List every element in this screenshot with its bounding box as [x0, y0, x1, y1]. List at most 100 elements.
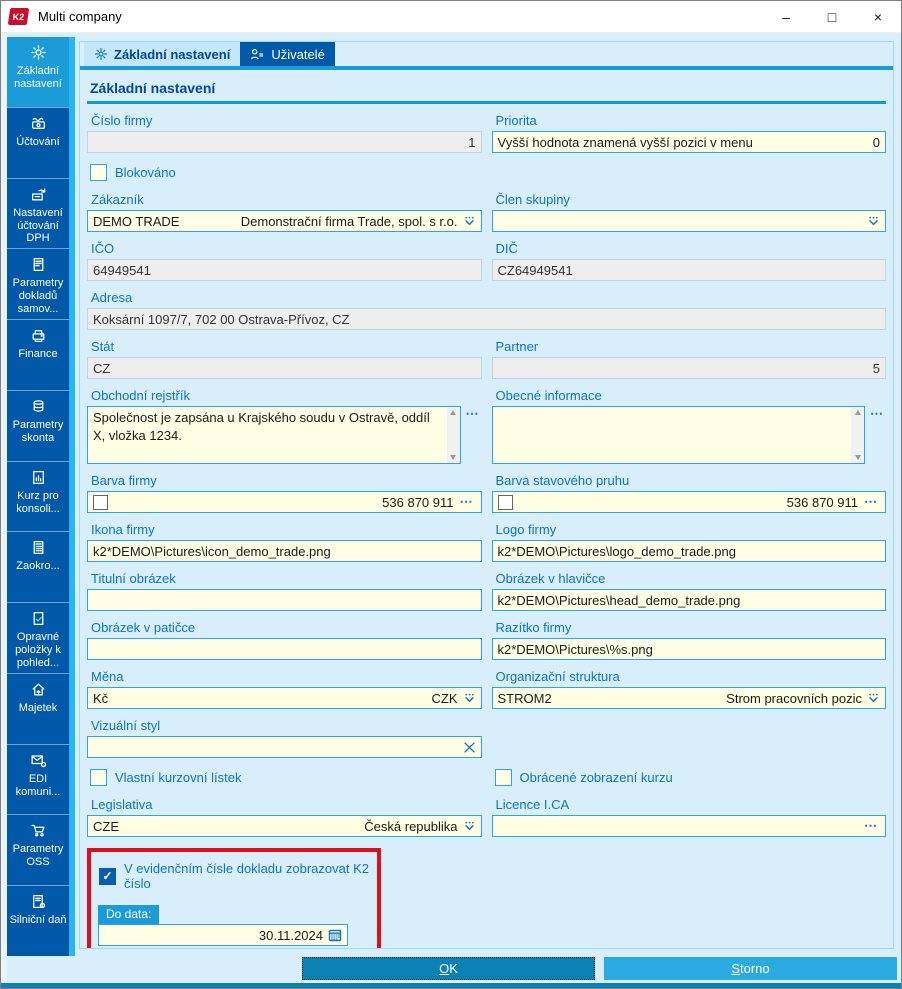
sidebar-item-finance[interactable]: Finance: [7, 319, 69, 390]
sidebar-item-edi-komunikace[interactable]: EDI komuni...: [7, 743, 69, 815]
field-label: Stát: [91, 339, 115, 354]
field-label: Obecné informace: [495, 388, 602, 403]
sidebar-item-silnicni-dan[interactable]: Silniční daň: [7, 885, 69, 956]
priorita-input[interactable]: Vyšší hodnota znamená vyšší pozici v men…: [491, 131, 886, 153]
sidebar-item-uctovani[interactable]: Účtování: [7, 106, 69, 178]
titulni-obrazek-input[interactable]: [87, 589, 482, 611]
dropdown-icon[interactable]: [867, 215, 880, 228]
calendar-icon[interactable]: [328, 928, 342, 942]
field-value: [493, 407, 852, 463]
razitko-firmy-input[interactable]: k2*DEMO\Pictures\%s.png: [491, 638, 886, 660]
window-title: Multi company: [38, 9, 122, 24]
field-titulni-obrazek: Titulní obrázek: [87, 571, 482, 611]
house-arrow-icon: [32, 683, 44, 696]
scroll-up-icon[interactable]: [854, 410, 861, 415]
style-picker-icon[interactable]: [463, 741, 476, 754]
vlastni-kurzovni-listek-checkbox[interactable]: [90, 769, 107, 786]
field-cislo-firmy: Číslo firmy 1: [87, 113, 482, 153]
legislativa-input[interactable]: CZE Česká republika: [87, 815, 482, 837]
sidebar-item-zakladni-nastaveni[interactable]: Základní nastavení: [7, 37, 69, 107]
sidebar-item-kurz-pro-konsolidaci[interactable]: Kurz pro konsoli...: [7, 460, 69, 532]
storno-button[interactable]: Storno: [604, 957, 897, 980]
field-value: 536 870 911: [786, 494, 858, 510]
ellipsis-button[interactable]: ⋯: [464, 406, 482, 422]
field-label: Zákazník: [91, 192, 144, 207]
obecne-informace-textarea[interactable]: [491, 406, 865, 464]
tab-label: Uživatelé: [271, 46, 325, 62]
adresa-input: Koksární 1097/7, 702 00 Ostrava-Přívoz, …: [87, 308, 886, 330]
sidebar-item-parametry-dokladu[interactable]: Parametry dokladů samov...: [7, 248, 69, 319]
dropdown-icon[interactable]: [867, 692, 880, 705]
field-code: CZE: [93, 818, 119, 834]
checkbox-label: Blokováno: [115, 165, 176, 180]
ellipsis-button[interactable]: ⋯: [868, 406, 886, 422]
scroll-down-icon[interactable]: [854, 455, 861, 460]
field-label: Vizuální styl: [91, 718, 161, 733]
mena-input[interactable]: Kč CZK: [87, 687, 482, 709]
dropdown-icon[interactable]: [463, 215, 476, 228]
ikona-firmy-input[interactable]: k2*DEMO\Pictures\icon_demo_trade.png: [87, 540, 482, 562]
blokovano-checkbox[interactable]: [90, 164, 107, 181]
scrollbar[interactable]: [446, 407, 460, 463]
licence-ica-input[interactable]: ⋯: [491, 815, 886, 837]
vizualni-styl-input[interactable]: [87, 736, 482, 758]
minimize-icon[interactable]: –: [763, 1, 809, 33]
sidebar-item-parametry-skonta[interactable]: Parametry skonta: [7, 389, 69, 461]
sidebar: Základní nastavení Účtování Nastavení úč…: [7, 37, 69, 956]
obchodni-rejstrik-textarea[interactable]: Společnost je zapsána u Krajského soudu …: [87, 406, 461, 464]
barva-stavoveho-pruhu-input[interactable]: 536 870 911 ⋯: [491, 491, 886, 513]
k2-cislo-checkbox[interactable]: ✓: [99, 867, 116, 885]
mail-gear-icon: [30, 755, 46, 767]
color-swatch[interactable]: [497, 494, 513, 510]
annotation-highlight-box: ✓ V evidenčním čísle dokladu zobrazovat …: [87, 848, 381, 948]
sidebar-item-label: Kurz pro konsoli...: [16, 489, 60, 515]
logo-firmy-input[interactable]: k2*DEMO\Pictures\logo_demo_trade.png: [491, 540, 886, 562]
obrazek-v-hlavicce-input[interactable]: k2*DEMO\Pictures\head_demo_trade.png: [491, 589, 886, 611]
field-value: 30.11.2024: [258, 927, 323, 943]
field-razitko-firmy: Razítko firmy k2*DEMO\Pictures\%s.png: [491, 620, 886, 660]
field-value: 5: [872, 360, 880, 376]
do-data-input[interactable]: 30.11.2024: [98, 924, 348, 946]
ellipsis-button[interactable]: ⋯: [862, 494, 880, 510]
field-ikona-firmy: Ikona firmy k2*DEMO\Pictures\icon_demo_t…: [87, 522, 482, 562]
barva-firmy-input[interactable]: 536 870 911 ⋯: [87, 491, 482, 513]
sidebar-item-zaokrouhleni[interactable]: Zaokro...: [7, 531, 69, 602]
sidebar-item-opravne-polozky[interactable]: Opravné položky k pohled...: [7, 602, 69, 673]
scrollbar[interactable]: [851, 407, 864, 463]
field-value: Koksární 1097/7, 702 00 Ostrava-Přívoz, …: [93, 311, 350, 327]
sidebar-item-parametry-oss[interactable]: Parametry OSS: [7, 814, 69, 885]
dropdown-icon[interactable]: [463, 692, 476, 705]
zakaznik-input[interactable]: DEMO TRADE Demonstrační firma Trade, spol…: [87, 210, 482, 232]
ok-button[interactable]: OK: [302, 957, 595, 980]
checkbox-label: Obrácené zobrazení kurzu: [519, 770, 673, 785]
ellipsis-button[interactable]: ⋯: [458, 494, 476, 510]
tab-uzivatele[interactable]: Uživatelé: [240, 42, 335, 66]
close-icon[interactable]: ×: [855, 1, 901, 33]
dropdown-icon[interactable]: [463, 820, 476, 833]
maximize-icon[interactable]: □: [809, 1, 855, 33]
section-title: Základní nastavení: [90, 80, 216, 96]
field-stat: Stát CZ: [87, 339, 482, 379]
obrazek-v-paticce-input[interactable]: [87, 638, 482, 660]
ellipsis-button[interactable]: ⋯: [862, 818, 880, 834]
scroll-down-icon[interactable]: [450, 455, 456, 460]
field-barva-firmy: Barva firmy 536 870 911 ⋯: [87, 473, 482, 513]
field-label: Obchodní rejstřík: [91, 388, 190, 403]
sidebar-item-majetek[interactable]: Majetek: [7, 672, 69, 744]
ico-input: 64949541: [87, 259, 482, 281]
field-label: Adresa: [91, 290, 133, 305]
field-code: DEMO TRADE: [93, 213, 180, 229]
clen-skupiny-input[interactable]: [491, 210, 886, 232]
tab-bar: Základní nastavení Uživatelé: [80, 42, 893, 66]
scroll-up-icon[interactable]: [450, 410, 456, 415]
color-swatch[interactable]: [93, 494, 108, 510]
field-logo-firmy: Logo firmy k2*DEMO\Pictures\logo_demo_tr…: [491, 522, 886, 562]
tab-zakladni-nastaveni[interactable]: Základní nastavení: [84, 42, 241, 66]
organizacni-struktura-input[interactable]: STROM2 Strom pracovních pozic: [491, 687, 886, 709]
field-value: 536 870 911: [382, 494, 454, 510]
sidebar-item-nastaveni-uctovani-dph[interactable]: Nastavení účtování DPH: [7, 177, 69, 249]
field-priorita: Priorita Vyšší hodnota znamená vyšší poz…: [491, 113, 886, 153]
obracene-zobrazeni-kurzu-checkbox[interactable]: [494, 769, 512, 786]
field-mena: Měna Kč CZK: [87, 669, 482, 709]
